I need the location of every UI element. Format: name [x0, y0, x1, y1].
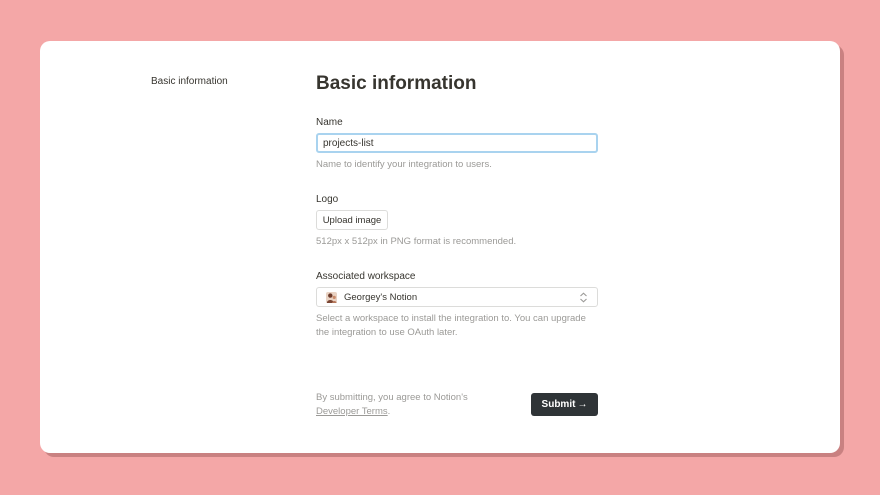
name-hint: Name to identify your integration to use… [316, 159, 492, 170]
terms-suffix: . [387, 406, 391, 417]
submit-button[interactable]: Submit → [531, 393, 598, 416]
workspace-select[interactable]: Georgey's Notion [316, 287, 598, 307]
avatar-icon [326, 292, 337, 303]
logo-hint: 512px x 512px in PNG format is recommend… [316, 236, 517, 247]
workspace-label: Associated workspace [316, 271, 416, 282]
integration-card: Basic information Basic information Name… [40, 41, 840, 453]
terms-text: By submitting, you agree to Notion's Dev… [316, 391, 516, 419]
name-input[interactable] [316, 133, 598, 153]
sidebar-item-label: Basic information [151, 76, 228, 87]
chevron-up-down-icon [580, 292, 587, 303]
name-label: Name [316, 117, 343, 128]
arrow-right-icon: → [577, 399, 588, 410]
terms-prefix: By submitting, you agree to Notion's [316, 392, 468, 403]
developer-terms-link[interactable]: Developer Terms [316, 406, 388, 417]
upload-image-button[interactable]: Upload image [316, 210, 388, 230]
workspace-hint: Select a workspace to install the integr… [316, 313, 586, 338]
submit-label: Submit [541, 399, 576, 410]
sidebar-item-basic-information[interactable]: Basic information [151, 76, 228, 87]
logo-label: Logo [316, 194, 339, 205]
workspace-select-value: Georgey's Notion [344, 292, 418, 303]
page-title: Basic information [316, 73, 477, 94]
